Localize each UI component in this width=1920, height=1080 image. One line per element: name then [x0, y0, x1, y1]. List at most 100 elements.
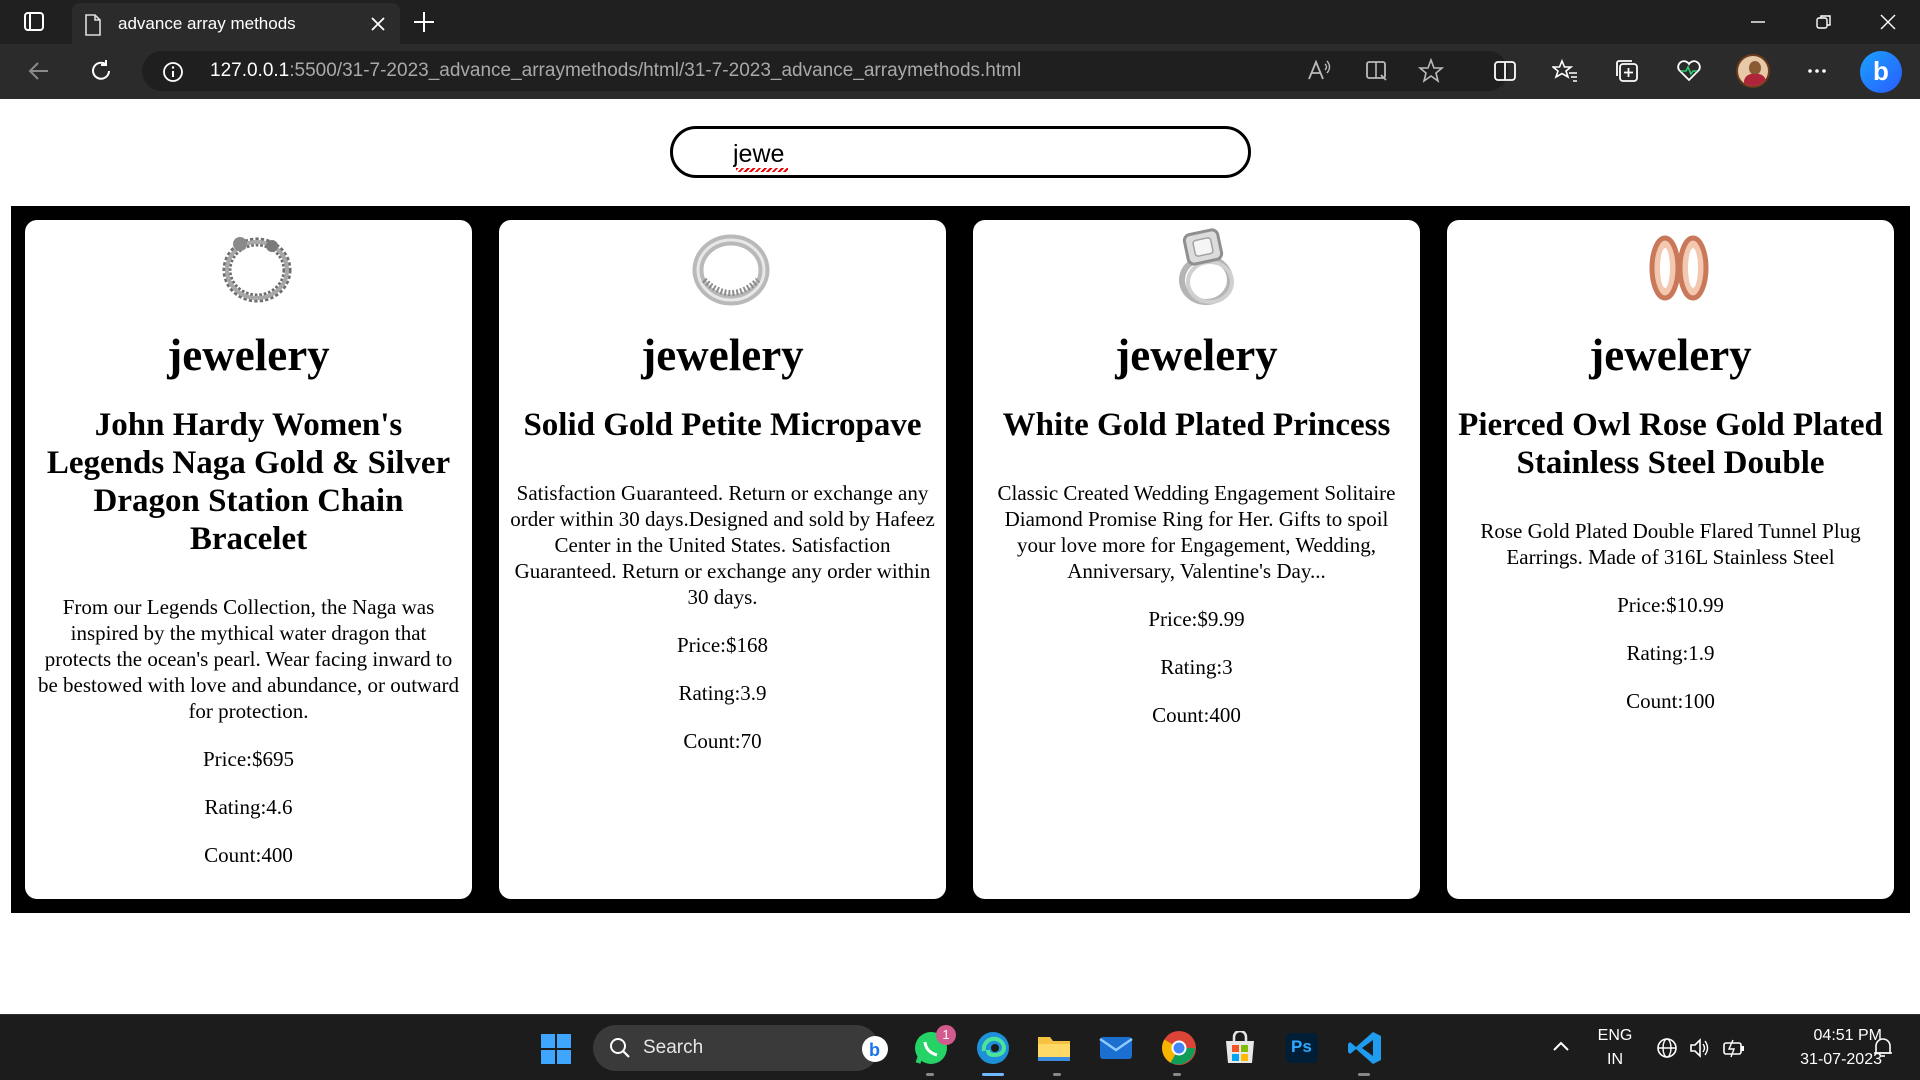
chevron-up-icon[interactable]: [1552, 1039, 1570, 1053]
products-container: jewelery John Hardy Women's Legends Naga…: [11, 206, 1910, 913]
product-description: From our Legends Collection, the Naga wa…: [37, 595, 460, 723]
product-details: White Gold Plated Princess Classic Creat…: [983, 406, 1410, 728]
collections-icon[interactable]: [1614, 58, 1640, 84]
windows-start-icon[interactable]: [540, 1033, 572, 1065]
minimize-icon[interactable]: [1748, 12, 1768, 32]
photoshop-label: Ps: [1291, 1037, 1312, 1056]
vscode-icon[interactable]: [1346, 1029, 1384, 1067]
product-card: jewelery White Gold Plated Princess Clas…: [973, 220, 1420, 899]
copilot-icon[interactable]: b: [1860, 51, 1902, 93]
tab-title: advance array methods: [118, 14, 296, 33]
browser-titlebar: advance array methods: [0, 0, 1920, 44]
back-icon[interactable]: [26, 58, 52, 84]
clock-time[interactable]: 04:51 PM: [1762, 1027, 1882, 1045]
favorites-icon[interactable]: [1552, 58, 1578, 84]
read-aloud-icon[interactable]: [1306, 58, 1332, 84]
tab-actions-icon[interactable]: [18, 10, 50, 34]
new-tab-icon[interactable]: [412, 10, 436, 34]
bracelet-icon: [222, 237, 292, 303]
document-icon: [85, 14, 101, 36]
product-title: Solid Gold Petite Micropave: [523, 407, 922, 443]
more-options-icon[interactable]: [1804, 58, 1830, 84]
svg-text:b: b: [869, 1040, 880, 1060]
close-window-icon[interactable]: [1878, 12, 1898, 32]
product-title: John Hardy Women's Legends Naga Gold & S…: [46, 407, 451, 557]
product-price: Price:$168: [677, 633, 768, 657]
immersive-reader-icon[interactable]: [1364, 58, 1390, 84]
site-info-icon[interactable]: [162, 61, 184, 83]
taskbar-search[interactable]: Search b: [593, 1025, 888, 1071]
running-app-indicator: [1173, 1073, 1181, 1076]
product-details: John Hardy Women's Legends Naga Gold & S…: [35, 406, 462, 868]
bing-search-icon[interactable]: b: [861, 1035, 889, 1063]
avatar-body: [1744, 74, 1766, 86]
windows-taskbar: Search b 1 Ps ENG IN 04:51 PM 31-07-2023: [0, 1014, 1920, 1080]
product-rating: Rating:3: [1160, 655, 1233, 679]
url-text: 127.0.0.1:5500/31-7-2023_advance_arrayme…: [210, 60, 1021, 82]
product-category: jewelery: [1589, 330, 1752, 380]
edge-browser-icon[interactable]: [974, 1029, 1012, 1067]
browser-tab[interactable]: advance array methods: [72, 3, 400, 44]
product-count: Count:100: [1626, 689, 1715, 713]
notification-center-icon[interactable]: [1872, 1037, 1894, 1059]
search-icon: [610, 1038, 630, 1058]
product-rating: Rating:3.9: [678, 681, 767, 705]
product-description: Classic Created Wedding Engagement Solit…: [997, 481, 1396, 583]
product-category: jewelery: [167, 330, 330, 380]
restore-icon[interactable]: [1814, 12, 1834, 32]
taskbar-search-label: Search: [643, 1037, 704, 1058]
product-card: jewelery Pierced Owl Rose Gold Plated St…: [1447, 220, 1894, 899]
product-count: Count:400: [204, 843, 293, 867]
product-title: White Gold Plated Princess: [1002, 407, 1391, 443]
chrome-icon[interactable]: [1160, 1029, 1198, 1067]
notification-badge: 1: [936, 1025, 956, 1045]
search-input[interactable]: [733, 137, 1213, 171]
product-rating: Rating:4.6: [204, 795, 293, 819]
running-app-indicator: [1053, 1073, 1061, 1076]
browser-essentials-icon[interactable]: [1676, 58, 1702, 84]
product-price: Price:$10.99: [1617, 593, 1724, 617]
close-tab-icon[interactable]: [368, 14, 388, 34]
search-box[interactable]: [670, 126, 1251, 178]
active-app-indicator: [982, 1073, 1004, 1076]
product-category: jewelery: [641, 330, 804, 380]
url-path: :5500/31-7-2023_advance_arraymethods/htm…: [289, 60, 1022, 81]
product-details: Solid Gold Petite Micropave Satisfaction…: [509, 406, 936, 754]
product-price: Price:$695: [203, 747, 294, 771]
spellcheck-underline: [736, 168, 788, 172]
network-icon[interactable]: [1656, 1037, 1678, 1059]
clock-date[interactable]: 31-07-2023: [1762, 1051, 1882, 1069]
microsoft-store-icon[interactable]: [1222, 1031, 1258, 1065]
diamond-ring-icon: [1179, 228, 1234, 305]
battery-icon[interactable]: [1722, 1037, 1746, 1059]
product-rating: Rating:1.9: [1626, 641, 1715, 665]
earrings-icon: [1649, 235, 1709, 301]
favorite-star-icon[interactable]: [1418, 58, 1444, 84]
product-card: jewelery John Hardy Women's Legends Naga…: [25, 220, 472, 899]
product-category: jewelery: [1115, 330, 1278, 380]
language-code[interactable]: ENG: [1595, 1027, 1635, 1045]
split-screen-icon[interactable]: [1492, 58, 1518, 84]
avatar-head: [1749, 61, 1761, 75]
running-app-indicator: [926, 1073, 934, 1076]
product-title: Pierced Owl Rose Gold Plated Stainless S…: [1458, 407, 1883, 481]
volume-icon[interactable]: [1688, 1037, 1710, 1059]
product-description: Satisfaction Guaranteed. Return or excha…: [510, 481, 935, 609]
running-app-indicator: [1358, 1073, 1370, 1076]
ring-icon: [692, 234, 770, 306]
url-host: 127.0.0.1: [210, 60, 290, 81]
product-count: Count:70: [683, 729, 762, 753]
browser-toolbar: 127.0.0.1:5500/31-7-2023_advance_arrayme…: [0, 44, 1920, 99]
refresh-icon[interactable]: [88, 58, 114, 84]
address-bar[interactable]: 127.0.0.1:5500/31-7-2023_advance_arrayme…: [142, 51, 1508, 91]
product-description: Rose Gold Plated Double Flared Tunnel Pl…: [1480, 519, 1861, 569]
product-card: jewelery Solid Gold Petite Micropave Sat…: [499, 220, 946, 899]
mail-icon[interactable]: [1098, 1033, 1134, 1063]
photoshop-icon[interactable]: Ps: [1286, 1033, 1318, 1063]
profile-avatar[interactable]: [1736, 54, 1770, 88]
product-count: Count:400: [1152, 703, 1241, 727]
language-region[interactable]: IN: [1595, 1051, 1635, 1069]
product-details: Pierced Owl Rose Gold Plated Stainless S…: [1457, 406, 1884, 714]
file-explorer-icon[interactable]: [1036, 1031, 1072, 1065]
product-price: Price:$9.99: [1148, 607, 1245, 631]
